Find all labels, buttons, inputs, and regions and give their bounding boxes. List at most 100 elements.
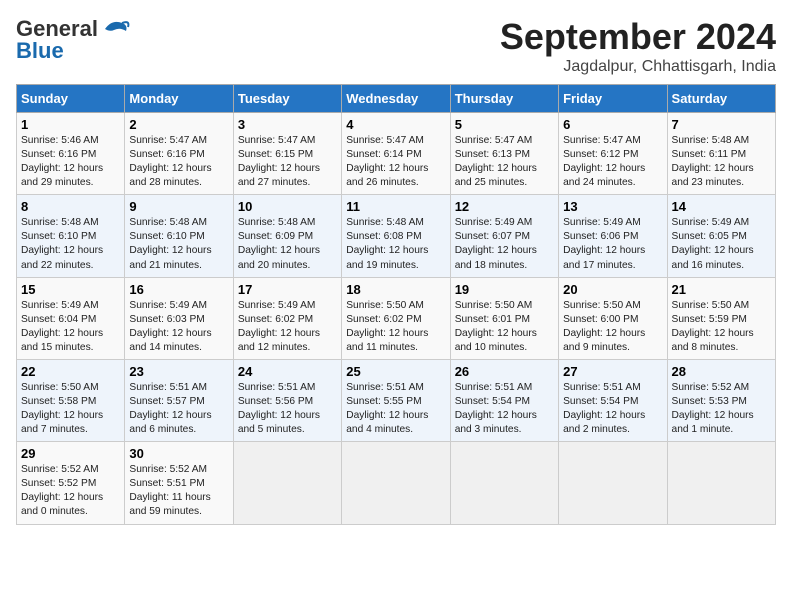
month-title: September 2024 — [500, 16, 776, 58]
table-row — [559, 442, 667, 524]
calendar-week-row: 29 Sunrise: 5:52 AMSunset: 5:52 PMDayligh… — [17, 442, 776, 524]
table-row: 6 Sunrise: 5:47 AMSunset: 6:12 PMDaylight… — [559, 113, 667, 195]
cell-info: Sunrise: 5:49 AMSunset: 6:04 PMDaylight:… — [21, 299, 120, 355]
table-row: 22 Sunrise: 5:50 AMSunset: 5:58 PMDayligh… — [17, 359, 125, 441]
table-row: 8 Sunrise: 5:48 AMSunset: 6:10 PMDaylight… — [17, 195, 125, 277]
day-number: 4 — [346, 117, 445, 132]
cell-info: Sunrise: 5:52 AMSunset: 5:52 PMDaylight:… — [21, 463, 120, 519]
col-sunday: Sunday — [17, 85, 125, 113]
cell-info: Sunrise: 5:49 AMSunset: 6:02 PMDaylight:… — [238, 299, 337, 355]
day-number: 22 — [21, 364, 120, 379]
table-row: 13 Sunrise: 5:49 AMSunset: 6:06 PMDayligh… — [559, 195, 667, 277]
table-row: 27Sunrise: 5:51 AMSunset: 5:54 PMDayligh… — [559, 359, 667, 441]
col-friday: Friday — [559, 85, 667, 113]
cell-info: Sunrise: 5:49 AMSunset: 6:03 PMDaylight:… — [129, 299, 228, 355]
table-row: 21Sunrise: 5:50 AMSunset: 5:59 PMDayligh… — [667, 277, 775, 359]
table-row: 9Sunrise: 5:48 AMSunset: 6:10 PMDaylight… — [125, 195, 233, 277]
table-row — [450, 442, 558, 524]
day-number: 25 — [346, 364, 445, 379]
table-row: 1 Sunrise: 5:46 AMSunset: 6:16 PMDaylight… — [17, 113, 125, 195]
cell-info: Sunrise: 5:49 AMSunset: 6:05 PMDaylight:… — [672, 216, 771, 272]
calendar-week-row: 15 Sunrise: 5:49 AMSunset: 6:04 PMDayligh… — [17, 277, 776, 359]
cell-info: Sunrise: 5:51 AMSunset: 5:56 PMDaylight:… — [238, 381, 337, 437]
table-row: 7 Sunrise: 5:48 AMSunset: 6:11 PMDaylight… — [667, 113, 775, 195]
day-number: 18 — [346, 282, 445, 297]
day-number: 8 — [21, 199, 120, 214]
day-number: 23 — [129, 364, 228, 379]
cell-info: Sunrise: 5:47 AMSunset: 6:13 PMDaylight:… — [455, 134, 554, 190]
table-row: 16Sunrise: 5:49 AMSunset: 6:03 PMDayligh… — [125, 277, 233, 359]
day-number: 1 — [21, 117, 120, 132]
cell-info: Sunrise: 5:47 AMSunset: 6:14 PMDaylight:… — [346, 134, 445, 190]
cell-info: Sunrise: 5:49 AMSunset: 6:06 PMDaylight:… — [563, 216, 662, 272]
day-number: 17 — [238, 282, 337, 297]
day-number: 26 — [455, 364, 554, 379]
day-number: 28 — [672, 364, 771, 379]
day-number: 5 — [455, 117, 554, 132]
day-number: 7 — [672, 117, 771, 132]
logo-blue: Blue — [16, 38, 64, 64]
cell-info: Sunrise: 5:52 AMSunset: 5:53 PMDaylight:… — [672, 381, 771, 437]
cell-info: Sunrise: 5:50 AMSunset: 6:01 PMDaylight:… — [455, 299, 554, 355]
cell-info: Sunrise: 5:50 AMSunset: 5:58 PMDaylight:… — [21, 381, 120, 437]
col-wednesday: Wednesday — [342, 85, 450, 113]
day-number: 13 — [563, 199, 662, 214]
table-row: 28 Sunrise: 5:52 AMSunset: 5:53 PMDayligh… — [667, 359, 775, 441]
calendar-week-row: 8 Sunrise: 5:48 AMSunset: 6:10 PMDaylight… — [17, 195, 776, 277]
cell-info: Sunrise: 5:52 AMSunset: 5:51 PMDaylight:… — [129, 463, 228, 519]
table-row: 2Sunrise: 5:47 AMSunset: 6:16 PMDaylight… — [125, 113, 233, 195]
cell-info: Sunrise: 5:47 AMSunset: 6:15 PMDaylight:… — [238, 134, 337, 190]
day-number: 30 — [129, 446, 228, 461]
day-number: 24 — [238, 364, 337, 379]
table-row — [667, 442, 775, 524]
table-row: 3 Sunrise: 5:47 AMSunset: 6:15 PMDaylight… — [233, 113, 341, 195]
cell-info: Sunrise: 5:50 AMSunset: 5:59 PMDaylight:… — [672, 299, 771, 355]
day-number: 12 — [455, 199, 554, 214]
table-row: 18 Sunrise: 5:50 AMSunset: 6:02 PMDayligh… — [342, 277, 450, 359]
day-number: 15 — [21, 282, 120, 297]
cell-info: Sunrise: 5:49 AMSunset: 6:07 PMDaylight:… — [455, 216, 554, 272]
location-subtitle: Jagdalpur, Chhattisgarh, India — [500, 58, 776, 76]
table-row: 30 Sunrise: 5:52 AMSunset: 5:51 PMDayligh… — [125, 442, 233, 524]
cell-info: Sunrise: 5:50 AMSunset: 6:00 PMDaylight:… — [563, 299, 662, 355]
table-row: 14Sunrise: 5:49 AMSunset: 6:05 PMDayligh… — [667, 195, 775, 277]
day-number: 6 — [563, 117, 662, 132]
table-row: 23 Sunrise: 5:51 AMSunset: 5:57 PMDayligh… — [125, 359, 233, 441]
cell-info: Sunrise: 5:51 AMSunset: 5:54 PMDaylight:… — [563, 381, 662, 437]
table-row: 29 Sunrise: 5:52 AMSunset: 5:52 PMDayligh… — [17, 442, 125, 524]
table-row: 10 Sunrise: 5:48 AMSunset: 6:09 PMDayligh… — [233, 195, 341, 277]
cell-info: Sunrise: 5:48 AMSunset: 6:10 PMDaylight:… — [21, 216, 120, 272]
day-number: 11 — [346, 199, 445, 214]
page-header: General Blue September 2024 Jagdalpur, C… — [16, 16, 776, 76]
cell-info: Sunrise: 5:51 AMSunset: 5:55 PMDaylight:… — [346, 381, 445, 437]
table-row — [233, 442, 341, 524]
col-tuesday: Tuesday — [233, 85, 341, 113]
cell-info: Sunrise: 5:50 AMSunset: 6:02 PMDaylight:… — [346, 299, 445, 355]
table-row: 15 Sunrise: 5:49 AMSunset: 6:04 PMDayligh… — [17, 277, 125, 359]
table-row: 20Sunrise: 5:50 AMSunset: 6:00 PMDayligh… — [559, 277, 667, 359]
day-number: 3 — [238, 117, 337, 132]
logo-bird-icon — [100, 17, 130, 37]
table-row: 4 Sunrise: 5:47 AMSunset: 6:14 PMDaylight… — [342, 113, 450, 195]
table-row: 19Sunrise: 5:50 AMSunset: 6:01 PMDayligh… — [450, 277, 558, 359]
table-row: 24 Sunrise: 5:51 AMSunset: 5:56 PMDayligh… — [233, 359, 341, 441]
calendar-week-row: 22 Sunrise: 5:50 AMSunset: 5:58 PMDayligh… — [17, 359, 776, 441]
title-block: September 2024 Jagdalpur, Chhattisgarh, … — [500, 16, 776, 76]
day-number: 9 — [129, 199, 228, 214]
table-row: 26 Sunrise: 5:51 AMSunset: 5:54 PMDayligh… — [450, 359, 558, 441]
day-number: 10 — [238, 199, 337, 214]
cell-info: Sunrise: 5:48 AMSunset: 6:09 PMDaylight:… — [238, 216, 337, 272]
cell-info: Sunrise: 5:48 AMSunset: 6:11 PMDaylight:… — [672, 134, 771, 190]
cell-info: Sunrise: 5:47 AMSunset: 6:12 PMDaylight:… — [563, 134, 662, 190]
table-row: 11Sunrise: 5:48 AMSunset: 6:08 PMDayligh… — [342, 195, 450, 277]
cell-info: Sunrise: 5:47 AMSunset: 6:16 PMDaylight:… — [129, 134, 228, 190]
logo: General Blue — [16, 16, 130, 64]
table-row: 12 Sunrise: 5:49 AMSunset: 6:07 PMDayligh… — [450, 195, 558, 277]
cell-info: Sunrise: 5:51 AMSunset: 5:54 PMDaylight:… — [455, 381, 554, 437]
day-number: 29 — [21, 446, 120, 461]
col-saturday: Saturday — [667, 85, 775, 113]
cell-info: Sunrise: 5:51 AMSunset: 5:57 PMDaylight:… — [129, 381, 228, 437]
cell-info: Sunrise: 5:46 AMSunset: 6:16 PMDaylight:… — [21, 134, 120, 190]
table-row — [342, 442, 450, 524]
table-row: 17 Sunrise: 5:49 AMSunset: 6:02 PMDayligh… — [233, 277, 341, 359]
